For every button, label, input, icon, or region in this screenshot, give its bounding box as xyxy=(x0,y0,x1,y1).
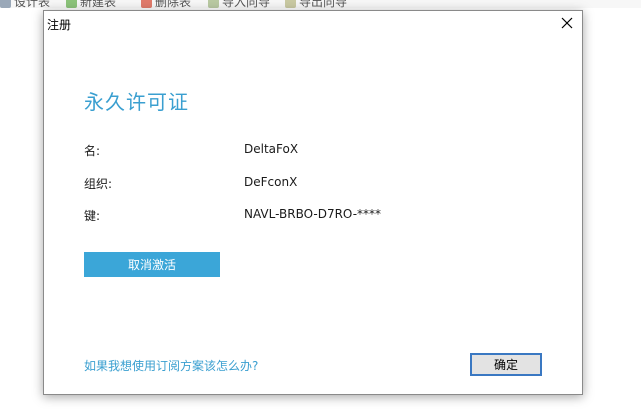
toolbar-item-import-wizard[interactable]: 导入向导 xyxy=(208,0,270,8)
delete-table-icon xyxy=(141,0,152,8)
key-label: 键: xyxy=(84,209,101,223)
toolbar-item-new-table[interactable]: 新建表 xyxy=(66,0,116,8)
toolbar-item-delete-table[interactable]: 删除表 xyxy=(141,0,191,8)
ok-button[interactable]: 确定 xyxy=(470,353,542,376)
import-wizard-icon xyxy=(208,0,219,8)
export-wizard-icon xyxy=(285,0,296,8)
name-value: DeltaFoX xyxy=(244,142,299,156)
toolbar-item-design-table[interactable]: 设计表 xyxy=(0,0,50,8)
registration-dialog: 注册 永久许可证 名: DeltaFoX 组织: DeFconX 键: NAVL… xyxy=(43,10,583,395)
new-table-icon xyxy=(66,0,77,8)
close-icon xyxy=(561,17,573,29)
ok-button-label: 确定 xyxy=(493,358,518,372)
deactivate-button-label: 取消激活 xyxy=(127,258,176,272)
key-value: NAVL-BRBO-D7RO-**** xyxy=(244,207,382,221)
toolbar-item-export-wizard[interactable]: 导出向导 xyxy=(285,0,347,8)
dialog-title: 注册 xyxy=(47,18,72,32)
organization-value: DeFconX xyxy=(244,175,298,189)
design-table-icon xyxy=(0,0,11,8)
license-heading: 永久许可证 xyxy=(84,90,189,114)
dialog-titlebar: 注册 xyxy=(44,11,582,35)
organization-label: 组织: xyxy=(84,177,113,191)
name-label: 名: xyxy=(84,144,101,158)
deactivate-button[interactable]: 取消激活 xyxy=(84,252,220,277)
subscription-help-link[interactable]: 如果我想使用订阅方案该怎么办? xyxy=(84,357,258,374)
background-toolbar: 设计表 新建表 删除表 导入向导 导出向导 xyxy=(0,0,641,8)
close-button[interactable] xyxy=(552,11,582,35)
